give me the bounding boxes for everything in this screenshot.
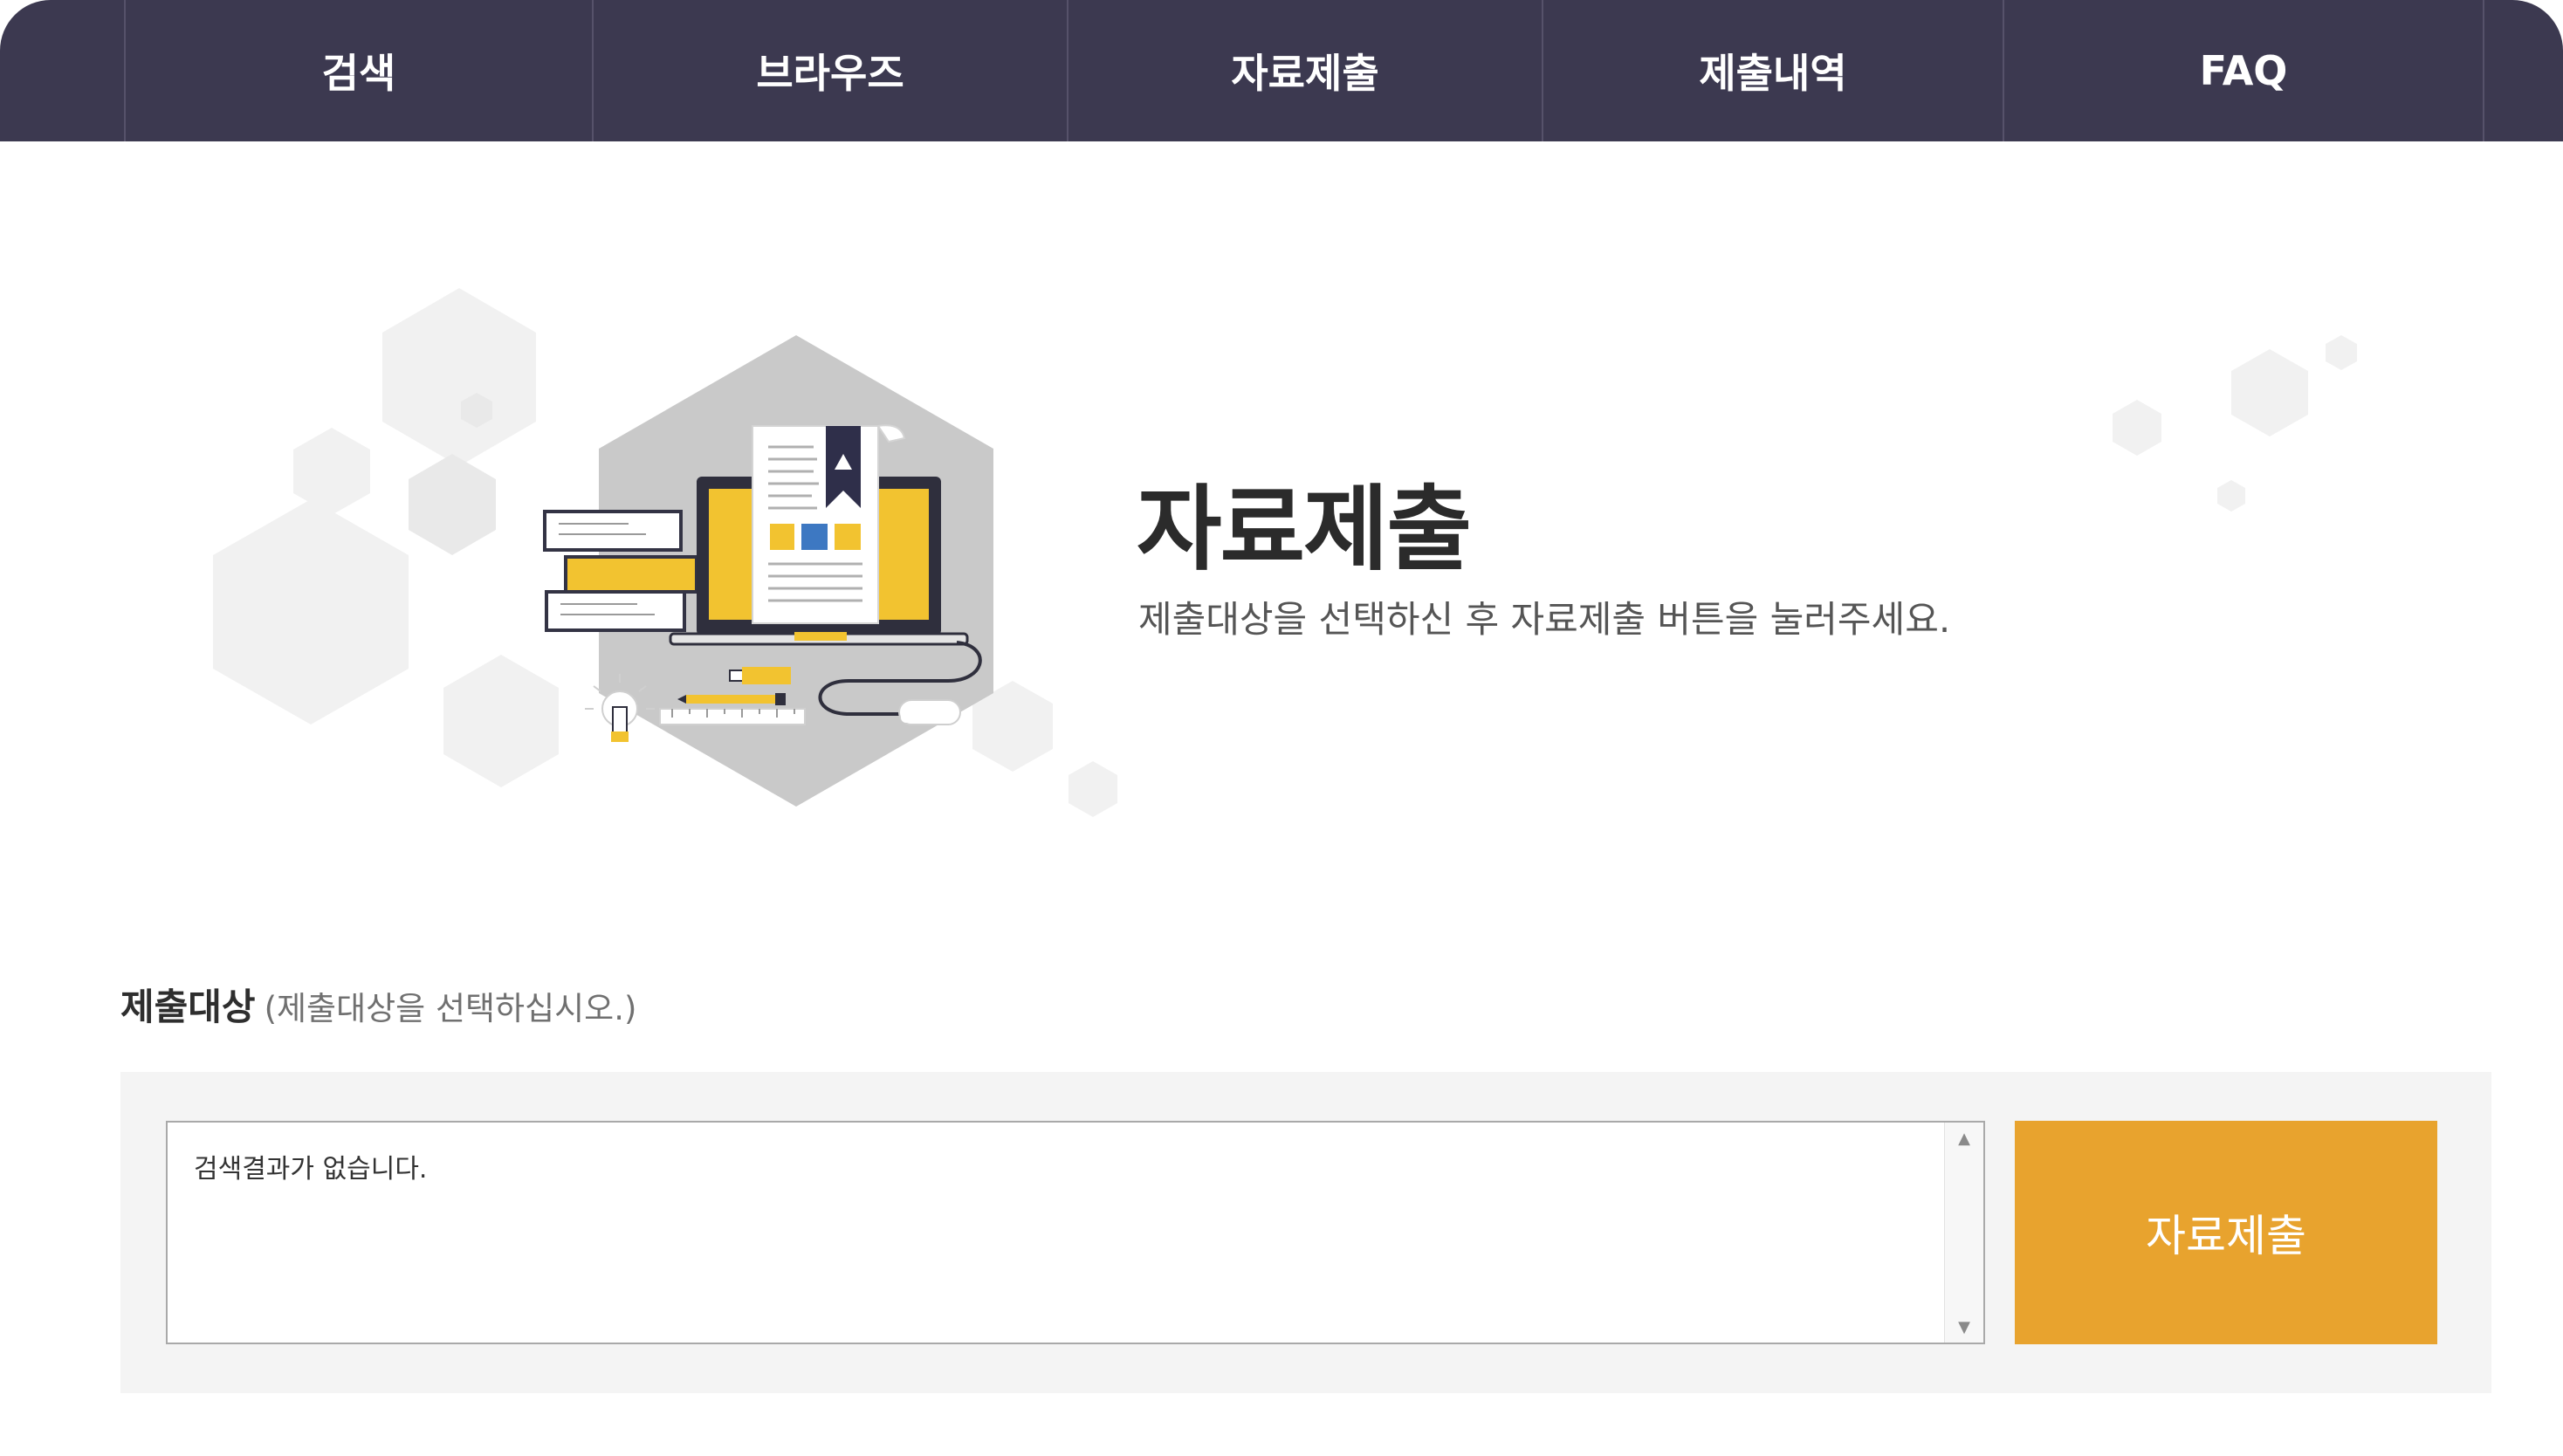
submission-target-title: 제출대상 (120, 986, 256, 1028)
empty-result-text: 검색결과가 없습니다. (194, 1154, 428, 1185)
decorative-hexagons (2113, 335, 2357, 512)
nav-item-submission-history[interactable]: 제출내역 (1542, 0, 2003, 141)
page-title: 자료제출 (1137, 476, 1472, 583)
scroll-up-arrow-icon[interactable]: ▲ (1945, 1123, 1983, 1154)
nav-item-browse[interactable]: 브라우즈 (592, 0, 1067, 141)
top-navigation: 검색 브라우즈 자료제출 제출내역 FAQ (0, 0, 2563, 141)
submission-target-label: 제출대상 (제출대상을 선택하십시오.) (120, 978, 636, 1031)
document-submission-illustration (213, 288, 1117, 817)
submission-target-hint: (제출대상을 선택하십시오.) (264, 990, 637, 1027)
submit-data-button[interactable]: 자료제출 (2015, 1121, 2437, 1344)
listbox-scrollbar[interactable]: ▲ ▼ (1944, 1123, 1983, 1343)
nav-item-submit-data[interactable]: 자료제출 (1067, 0, 1542, 141)
page-subtitle: 제출대상을 선택하신 후 자료제출 버튼을 눌러주세요. (1138, 598, 1951, 641)
nav-divider (2483, 0, 2484, 141)
scroll-down-arrow-icon[interactable]: ▼ (1945, 1311, 1983, 1343)
nav-item-search[interactable]: 검색 (124, 0, 592, 141)
submission-target-listbox[interactable]: 검색결과가 없습니다. ▲ ▼ (166, 1121, 1985, 1344)
nav-item-faq[interactable]: FAQ (2003, 0, 2483, 141)
